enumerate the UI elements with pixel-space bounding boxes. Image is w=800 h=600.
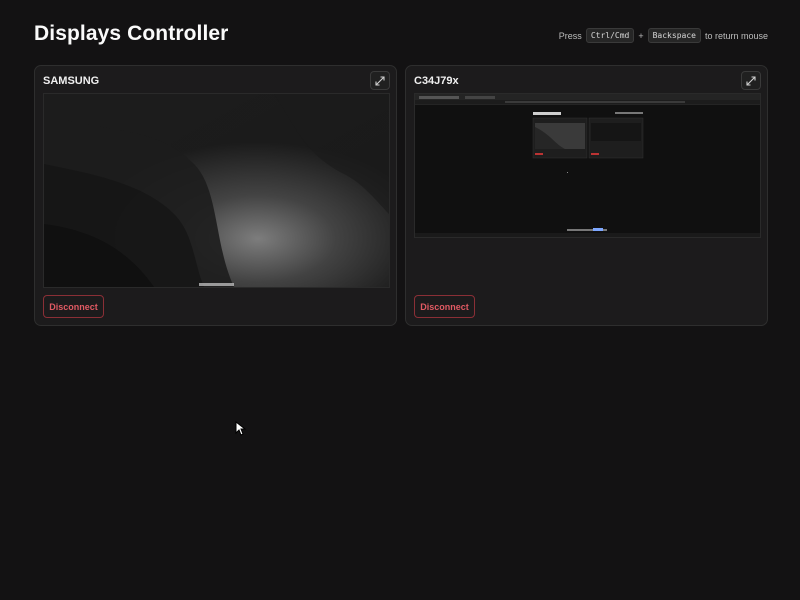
disconnect-button[interactable]: Disconnect bbox=[43, 295, 104, 318]
hint-press-text: Press bbox=[558, 30, 582, 41]
ctrl-cmd-key: Ctrl/Cmd bbox=[585, 28, 635, 43]
hint-suffix-text: to return mouse bbox=[704, 30, 768, 41]
page-header: Displays Controller Press Ctrl/Cmd + Bac… bbox=[34, 22, 768, 50]
display-card-c34j79x: C34J79x Disconnect bbox=[405, 65, 768, 326]
expand-button[interactable] bbox=[370, 71, 390, 90]
backspace-key: Backspace bbox=[647, 28, 701, 43]
expand-icon bbox=[375, 75, 385, 86]
display-preview[interactable] bbox=[414, 93, 761, 238]
displays-grid: SAMSUNG Disconnect C34J79x Disconnect bbox=[34, 65, 768, 326]
display-name: C34J79x bbox=[414, 75, 459, 87]
expand-button[interactable] bbox=[741, 71, 761, 90]
disconnect-button[interactable]: Disconnect bbox=[414, 295, 475, 318]
page-title: Displays Controller bbox=[34, 22, 229, 45]
hint-plus-text: + bbox=[638, 30, 644, 41]
wallpaper-image bbox=[44, 94, 389, 287]
display-preview[interactable] bbox=[43, 93, 390, 288]
display-name: SAMSUNG bbox=[43, 75, 100, 87]
display-card-samsung: SAMSUNG Disconnect bbox=[34, 65, 397, 326]
nested-screen-image bbox=[415, 94, 760, 237]
expand-icon bbox=[746, 75, 756, 86]
mouse-cursor-icon bbox=[235, 421, 247, 436]
return-mouse-hint: Press Ctrl/Cmd + Backspace to return mou… bbox=[559, 28, 768, 43]
